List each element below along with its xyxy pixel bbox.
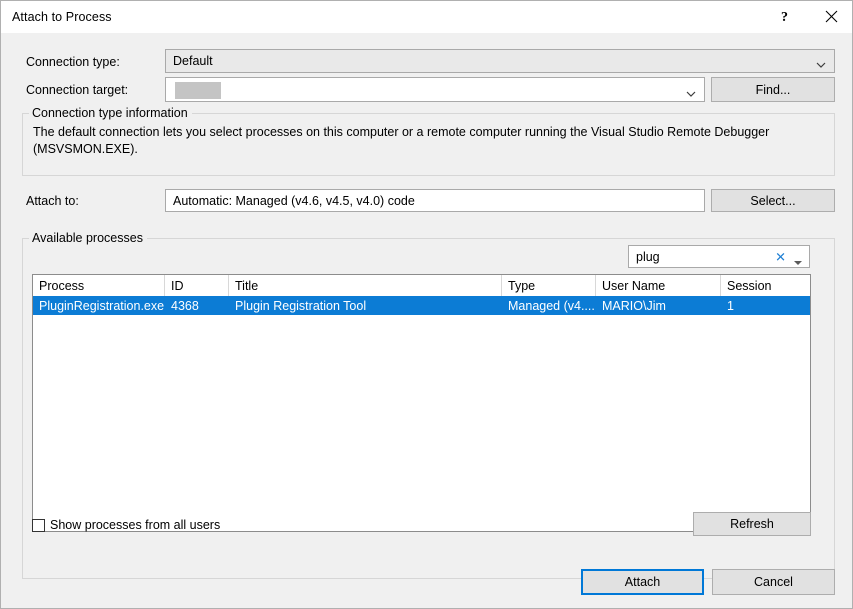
chevron-down-icon (816, 58, 826, 65)
connection-target-label: Connection target: (26, 83, 128, 97)
connection-type-label: Connection type: (26, 55, 120, 69)
chevron-down-icon[interactable] (794, 254, 802, 259)
title-bar: Attach to Process ? (1, 1, 853, 34)
attach-to-value-field[interactable]: Automatic: Managed (v4.6, v4.5, v4.0) co… (165, 189, 705, 212)
show-all-users-label: Show processes from all users (50, 518, 220, 532)
search-value: plug (629, 250, 660, 264)
connection-type-combobox[interactable]: Default (165, 49, 835, 73)
connection-type-information-text: The default connection lets you select p… (33, 124, 825, 158)
attach-to-value: Automatic: Managed (v4.6, v4.5, v4.0) co… (166, 194, 415, 208)
checkbox-box-icon (32, 519, 45, 532)
connection-type-value: Default (166, 54, 213, 68)
connection-type-information-title: Connection type information (29, 106, 192, 120)
table-row[interactable]: PluginRegistration.exe 4368 Plugin Regis… (33, 296, 810, 315)
column-header-process[interactable]: Process (33, 275, 165, 296)
show-all-users-checkbox[interactable]: Show processes from all users (32, 518, 220, 532)
svg-text:?: ? (781, 10, 788, 24)
available-processes-title: Available processes (29, 231, 147, 245)
search-input[interactable]: plug ✕ (628, 245, 810, 268)
refresh-button[interactable]: Refresh (693, 512, 811, 536)
help-button[interactable]: ? (761, 1, 807, 32)
connection-target-combobox[interactable] (165, 77, 705, 102)
dialog-body: Connection type: Default Connection targ… (1, 33, 852, 608)
attach-button[interactable]: Attach (581, 569, 704, 595)
process-list-header: Process ID Title Type User Name Session (33, 275, 810, 297)
close-button[interactable] (808, 1, 853, 32)
window-title: Attach to Process (12, 10, 112, 24)
attach-to-process-dialog: Attach to Process ? Connection type: Def… (0, 0, 853, 609)
cell-id: 4368 (165, 296, 229, 315)
chevron-down-icon (686, 86, 696, 93)
column-header-session[interactable]: Session (721, 275, 811, 296)
cell-user-name: MARIO\Jim (596, 296, 721, 315)
close-icon (825, 10, 838, 23)
column-header-user-name[interactable]: User Name (596, 275, 721, 296)
column-header-type[interactable]: Type (502, 275, 596, 296)
column-header-title[interactable]: Title (229, 275, 502, 296)
cell-type: Managed (v4.... (502, 296, 596, 315)
column-header-id[interactable]: ID (165, 275, 229, 296)
cancel-button[interactable]: Cancel (712, 569, 835, 595)
cell-title: Plugin Registration Tool (229, 296, 502, 315)
redacted-value-block (175, 82, 221, 99)
select-button[interactable]: Select... (711, 189, 835, 212)
cell-process: PluginRegistration.exe (33, 296, 165, 315)
attach-to-label: Attach to: (26, 194, 79, 208)
process-list[interactable]: Process ID Title Type User Name Session … (32, 274, 811, 532)
find-button[interactable]: Find... (711, 77, 835, 102)
question-mark-icon: ? (778, 9, 791, 24)
cell-session: 1 (721, 296, 811, 315)
clear-x-icon[interactable]: ✕ (775, 250, 786, 263)
